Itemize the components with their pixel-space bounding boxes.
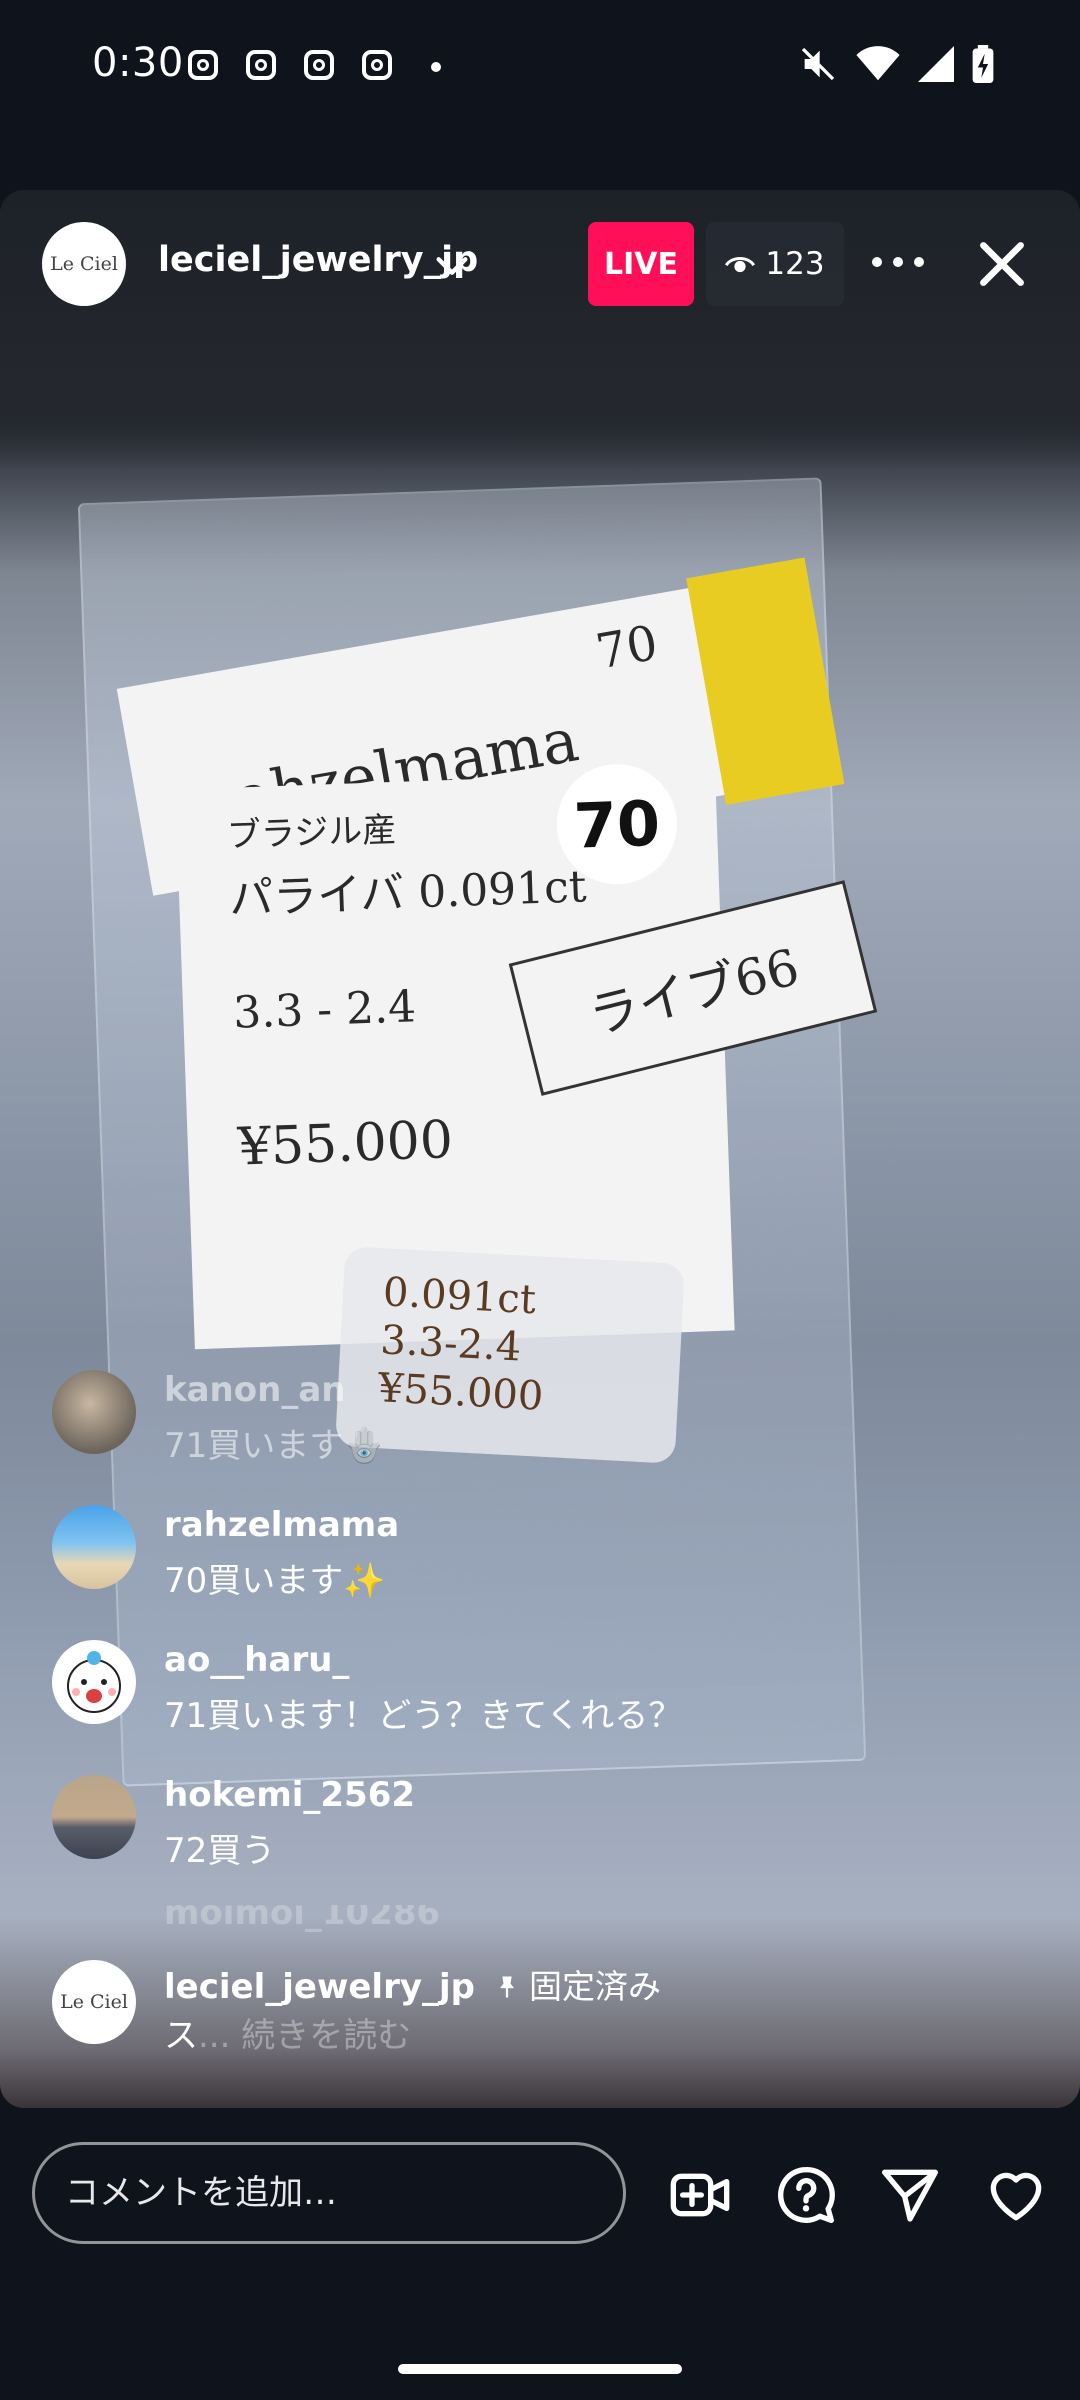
live-header: Le Ciel leciel_jewelry_jp LIVE 123 — [0, 220, 1080, 310]
avatar[interactable] — [52, 1640, 136, 1724]
pinned-avatar-logo: Le Ciel — [60, 1991, 128, 2013]
home-indicator[interactable] — [398, 2364, 682, 2374]
comment-username[interactable]: rahzelmama — [164, 1505, 399, 1545]
viewer-count[interactable]: 123 — [706, 222, 844, 306]
comment-input[interactable] — [32, 2142, 626, 2244]
pin-icon — [500, 1976, 514, 1998]
pinned-comment[interactable]: Le Ciel leciel_jewelry_jp 固定済み ス... 続きを読む — [0, 1950, 1080, 2080]
instagram-icon — [362, 50, 392, 80]
heart-icon[interactable] — [984, 2163, 1048, 2227]
viewer-count-value: 123 — [765, 246, 825, 282]
host-username[interactable]: leciel_jewelry_jp — [158, 240, 478, 280]
instagram-icon — [246, 50, 276, 80]
comment-username[interactable]: ao__haru_ — [164, 1640, 349, 1680]
live-badge: LIVE — [588, 222, 694, 306]
add-video-icon[interactable] — [668, 2163, 732, 2227]
wifi-icon — [856, 46, 900, 81]
comment-text: 72買う — [164, 1831, 276, 1871]
comment-item: kanon_an 71買います🪬 — [0, 1360, 1080, 1490]
system-icons — [798, 44, 994, 84]
close-icon[interactable] — [974, 236, 1030, 292]
instagram-icon — [304, 50, 334, 80]
comment-item-partial: moimoi_10286 — [0, 1905, 1080, 1945]
battery-charging-icon — [972, 45, 994, 83]
product-origin: ブラジル産 — [226, 809, 397, 856]
comment-item: ao__haru_ 71買います！どう？きてくれる？ — [0, 1630, 1080, 1760]
comment-item: rahzelmama 70買います✨ — [0, 1495, 1080, 1625]
customer-tag-number: 70 — [591, 614, 662, 681]
product-size: 3.3 - 2.4 — [232, 981, 417, 1039]
product-stone: パライバ 0.091ct — [228, 861, 588, 925]
comment-text: ス... 続きを読む — [164, 2008, 411, 2057]
question-icon[interactable] — [774, 2163, 838, 2227]
chevron-down-icon[interactable] — [432, 246, 472, 286]
character-avatar-icon — [67, 1651, 121, 1713]
pin-label: 固定済み — [493, 1967, 661, 2006]
pinned-username[interactable]: leciel_jewelry_jp — [164, 1967, 475, 2007]
comment-username: leciel_jewelry_jp 固定済み — [164, 1960, 661, 2008]
host-avatar[interactable]: Le Ciel — [42, 222, 126, 306]
comment-item: hokemi_2562 72買う — [0, 1765, 1080, 1895]
eye-icon — [725, 257, 756, 273]
host-avatar-logo: Le Ciel — [50, 253, 118, 275]
avatar[interactable] — [52, 1370, 136, 1454]
signal-icon — [918, 46, 954, 82]
instagram-icon — [188, 50, 218, 80]
avatar[interactable] — [52, 1505, 136, 1589]
comment-username[interactable]: hokemi_2562 — [164, 1775, 415, 1815]
comment-text: 71買います🪬 — [164, 1426, 386, 1466]
more-notifications-dot — [431, 62, 441, 72]
comment-username[interactable]: moimoi_10286 — [164, 1905, 440, 1933]
pinned-text: ス — [164, 2016, 198, 2056]
send-icon[interactable] — [878, 2163, 942, 2227]
status-bar: 0:30 — [0, 0, 1080, 134]
more-options-icon[interactable] — [872, 242, 924, 282]
comment-text: 70買います✨ — [164, 1561, 386, 1601]
comment-username[interactable]: kanon_an — [164, 1370, 345, 1410]
avatar[interactable]: Le Ciel — [52, 1960, 136, 2044]
pin-label-text: 固定済み — [529, 1967, 661, 2006]
comment-text: 71買います！どう？きてくれる？ — [164, 1696, 683, 1736]
mute-icon — [801, 47, 835, 81]
read-more-link[interactable]: ... 続きを読む — [198, 2016, 411, 2056]
product-price: ¥55.000 — [236, 1110, 454, 1178]
status-time: 0:30 — [92, 40, 184, 86]
avatar[interactable] — [52, 1775, 136, 1859]
